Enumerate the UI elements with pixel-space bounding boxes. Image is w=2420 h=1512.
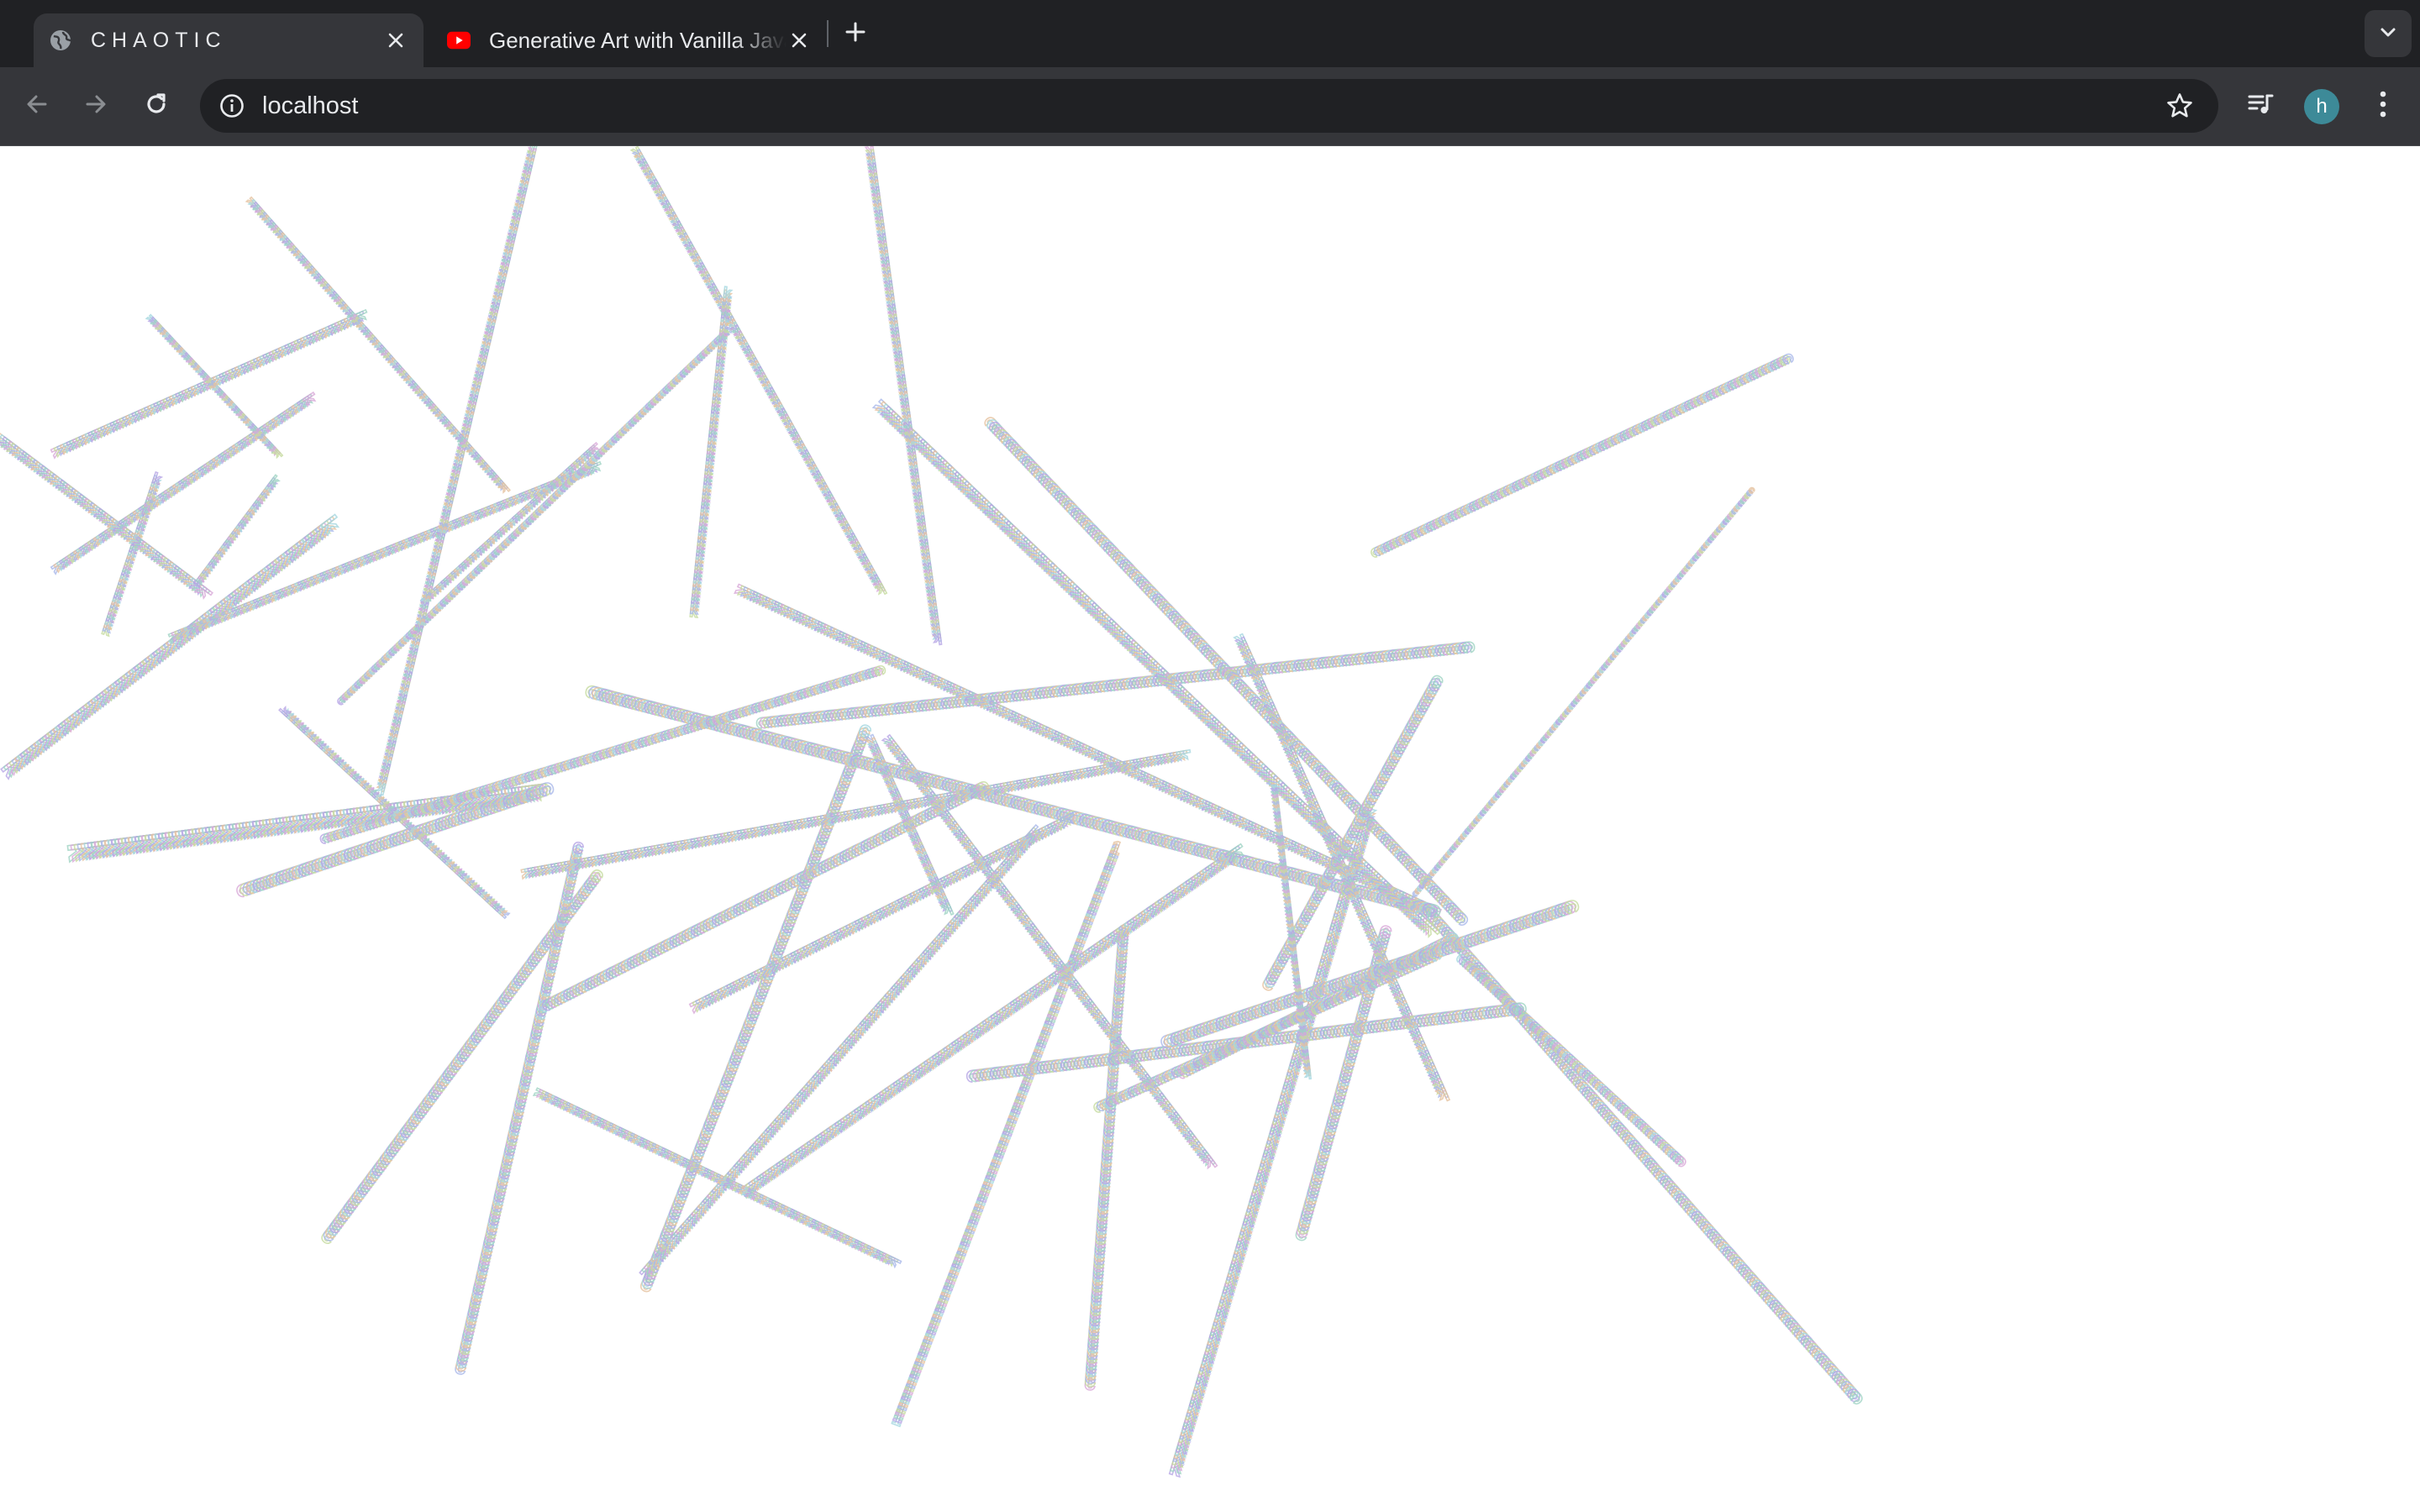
svg-text:c: c	[1507, 1000, 1535, 1016]
svg-text:c: c	[1457, 639, 1483, 654]
art-stroke: cccccccccccccccccccccccccccccccccccccccc…	[1365, 349, 1801, 561]
art-stroke: kkkkkkkkkkkkkkkkkkkkkkkkkkkkkkkkkkkkkkkk…	[635, 822, 1045, 1283]
menu-button[interactable]	[2361, 84, 2405, 128]
plus-icon	[844, 21, 866, 47]
art-stroke: kkkkkkkkkkkkkkkkkkkkkkkkkkkkkkkkkkkkkkkk…	[629, 146, 888, 599]
media-controls-icon	[2246, 90, 2275, 123]
svg-text:1: 1	[1107, 836, 1124, 859]
chevron-down-icon	[2378, 22, 2398, 46]
tab-title: CHAOTIC	[91, 29, 383, 53]
close-icon[interactable]	[383, 28, 408, 53]
arrow-right-icon	[82, 91, 109, 122]
art-stroke: cccccccccccccccccccccccccccccccccccccccc…	[637, 716, 876, 1298]
url-text[interactable]: localhost	[262, 92, 2160, 120]
art-stroke: kkkkkkkkkkkkkkkkkkkkkkkkkkkkkkkkkkkkkkkk…	[735, 840, 1250, 1200]
reload-button[interactable]	[134, 84, 178, 128]
art-stroke: cccccccccccccccccccccccccccccccccccccccc…	[1084, 918, 1130, 1395]
svg-text:c: c	[1777, 349, 1801, 368]
art-stroke: cccccccccccccccccccccccccccccccccccccccc…	[229, 778, 563, 900]
art-stroke: cccccccccccccccccccccccccccccccccccccccc…	[334, 323, 736, 708]
art-stroke: kkkkkkkkkkkkkkkkkkkkkkkkkkkkkkkkkkkkkkkk…	[47, 391, 320, 577]
youtube-icon	[447, 29, 471, 52]
art-stroke: kkkkkkkkkkkkkkkkkkkkkkkkkkkkkkkkkkkkkkkk…	[689, 284, 734, 621]
art-stroke: cccccccccccccccccccccccccccccccccccccccc…	[751, 639, 1483, 730]
tab-separator	[827, 20, 829, 47]
back-button[interactable]	[15, 84, 59, 128]
tab-title: Generative Art with Vanilla JavaScript	[489, 28, 786, 54]
art-stroke: kkkkkkkkkkkkkkkkkkkkkkkkkkkkkkkkkkkkkkkk…	[145, 312, 285, 461]
page-content: kkkkkkkkkkkkkkkkkkkkkkkkkkkkkkkkkkkkkkkk…	[0, 146, 2420, 1512]
svg-text:c: c	[571, 835, 587, 859]
art-stroke: cccccccccccccccccccccccccccccccccccccccc…	[1258, 666, 1449, 996]
toolbar: localhost h	[0, 67, 2420, 146]
tab-chaotic[interactable]: CHAOTIC	[34, 13, 424, 67]
art-stroke: cccccccccccccccccccccccccccccccccccccccc…	[1410, 484, 1758, 900]
tab-youtube[interactable]: Generative Art with Vanilla JavaScript	[432, 13, 827, 67]
info-icon[interactable]	[217, 91, 247, 121]
art-stroke: kkkkkkkkkkkkkkkkkkkkkkkkkkkkkkkkkkkkkkkk…	[0, 428, 216, 602]
forward-button[interactable]	[74, 84, 118, 128]
art-stroke: kkkkkkkkkkkkkkkkkkkkkkkkkkkkkkkkkkkkkkkk…	[870, 395, 1444, 943]
art-stroke: kkkkkkkkkkkkkkkkkkkkkkkkkkkkkkkkkkkkkkkk…	[164, 460, 605, 644]
reload-icon	[143, 91, 170, 122]
tab-search-button[interactable]	[2365, 10, 2412, 57]
new-tab-button[interactable]	[839, 17, 872, 50]
globe-icon	[49, 29, 72, 52]
media-controls-button[interactable]	[2238, 84, 2282, 128]
address-bar[interactable]: localhost	[200, 79, 2218, 133]
star-icon[interactable]	[2160, 86, 2200, 126]
generative-art-canvas[interactable]: kkkkkkkkkkkkkkkkkkkkkkkkkkkkkkkkkkkkkkkk…	[0, 146, 2420, 1512]
tab-strip: CHAOTIC Generative Art with Vanilla Java…	[0, 0, 2420, 67]
close-icon[interactable]	[786, 28, 812, 53]
art-stroke: cccccccccccccccccccccccccccccccccccccccc…	[1452, 950, 1693, 1173]
avatar[interactable]: h	[2304, 89, 2339, 124]
art-stroke: kkkkkkkkkkkkkkkkkkkkkkkkkkkkkkkkkkkkkkkk…	[375, 146, 539, 798]
kebab-menu-icon	[2379, 90, 2387, 123]
art-stroke: kkkkkkkkkkkkkkkkkkkkkkkkkkkkkkkkkkkkkkkk…	[0, 511, 345, 783]
arrow-left-icon	[24, 91, 50, 122]
